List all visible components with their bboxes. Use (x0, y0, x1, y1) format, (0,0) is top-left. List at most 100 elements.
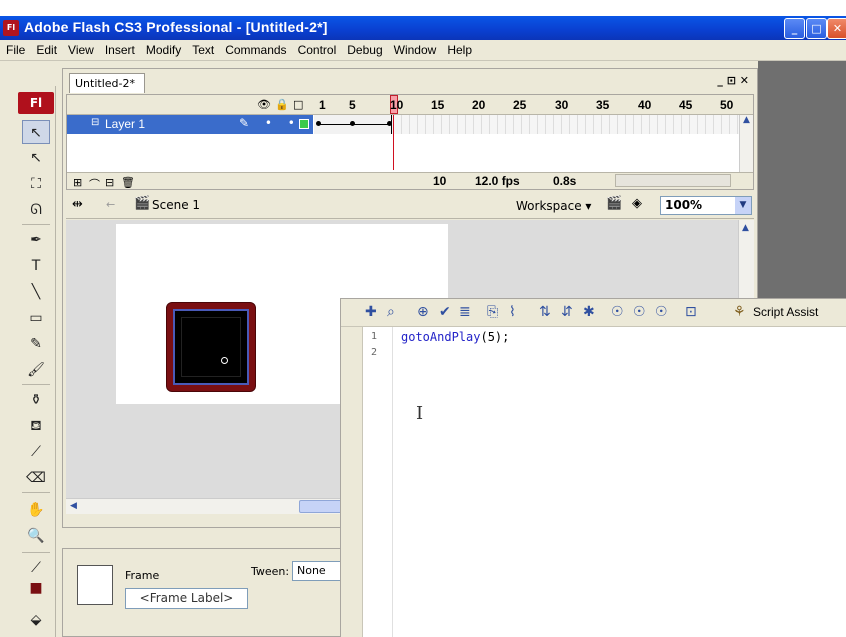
edit-bar: ⇹ ← 🎬 Scene 1 Workspace ▾ 🎬 ◈ 100% ▼ (66, 193, 754, 219)
frame-number: 40 (638, 98, 652, 112)
find-icon[interactable]: ⌕ (387, 304, 395, 320)
timeline-horizontal-scrollbar[interactable] (615, 174, 731, 187)
collapse-braces-icon[interactable]: ⇅ (539, 304, 551, 320)
eraser-tool-icon[interactable]: ⌫ (22, 466, 50, 490)
layer-row-selected[interactable]: ⊟ Layer 1 ✎ • • (67, 115, 313, 134)
remove-comment-icon[interactable]: ☉ (655, 304, 668, 320)
menu-edit[interactable]: Edit (30, 40, 62, 57)
frame-rate[interactable]: 12.0 fps (475, 174, 520, 188)
top-strip (0, 0, 846, 16)
swap-colors-icon[interactable]: ⬙ (22, 608, 50, 632)
layer-controls[interactable]: ✎ • • (239, 116, 301, 130)
elapsed-time: 0.8s (553, 174, 577, 188)
text-cursor-icon: I (416, 403, 424, 424)
flash-app-icon: Fl (3, 20, 19, 36)
layer-outline-color[interactable] (299, 119, 309, 129)
line-number: 1 (371, 331, 378, 342)
debug-options-icon[interactable]: ⌇ (509, 304, 516, 320)
maximize-button[interactable]: □ (806, 18, 827, 39)
frame-label-input[interactable]: <Frame Label> (125, 588, 248, 609)
edit-scene-icon[interactable]: 🎬 (606, 196, 622, 211)
scene-name[interactable]: Scene 1 (152, 198, 200, 212)
document-window-controls[interactable]: _ ⊡ ✕ (717, 74, 749, 87)
selection-tool-icon[interactable]: ↖ (22, 120, 50, 144)
chevron-down-icon[interactable]: ▼ (735, 197, 751, 214)
lasso-tool-icon[interactable]: ᘏ (22, 198, 50, 222)
scroll-left-icon[interactable]: ◀ (70, 501, 77, 511)
close-button[interactable]: ✕ (827, 18, 846, 39)
line-tool-icon[interactable]: ╲ (22, 280, 50, 304)
insert-target-path-icon[interactable]: ⊕ (417, 304, 429, 320)
tool-divider (22, 552, 50, 553)
delete-layer-icon[interactable]: 🗑 (121, 176, 135, 189)
check-syntax-icon[interactable]: ✔ (439, 304, 451, 320)
lock-icon[interactable]: 🔒 (275, 98, 289, 111)
menu-modify[interactable]: Modify (140, 40, 186, 57)
subselection-tool-icon[interactable]: ↖ (22, 146, 50, 170)
stage-toggle-icon[interactable]: ⇹ (72, 197, 83, 212)
add-motion-guide-icon[interactable]: ⌒ (89, 176, 100, 192)
scroll-up-icon[interactable]: ▲ (742, 223, 749, 233)
frame-number: 5 (349, 98, 356, 112)
edit-symbol-icon[interactable]: ◈ (632, 196, 642, 211)
keyframe[interactable] (350, 121, 355, 126)
fill-color-icon[interactable]: ■ (22, 576, 50, 600)
scroll-up-icon[interactable]: ▲ (743, 115, 750, 125)
keyframe[interactable] (316, 121, 321, 126)
script-assist-button[interactable]: Script Assist (753, 305, 818, 319)
menu-window[interactable]: Window (388, 40, 442, 57)
layer-name[interactable]: Layer 1 (105, 117, 145, 131)
keyframe[interactable] (387, 121, 392, 126)
ink-bottle-tool-icon[interactable]: ⚱ (22, 388, 50, 412)
frame-number: 1 (319, 98, 326, 112)
actions-left-edge (341, 327, 363, 637)
menu-debug[interactable]: Debug (341, 40, 387, 57)
collapse-selection-icon[interactable]: ⇵ (561, 304, 573, 320)
document-tab[interactable]: Untitled-2* (69, 73, 145, 93)
timeline: 👁 🔒 □ 1 5 10 15 20 25 30 35 40 45 50 ⊟ L… (66, 94, 754, 192)
apply-block-comment-icon[interactable]: ☉ (611, 304, 624, 320)
minimize-button[interactable]: _ (784, 18, 805, 39)
script-editor[interactable]: gotoAndPlay(5); (401, 330, 509, 344)
show-toolbox-icon[interactable]: ⊡ (685, 304, 697, 320)
zoom-value: 100% (665, 198, 703, 212)
menu-file[interactable]: File (0, 40, 30, 57)
free-transform-tool-icon[interactable]: ⛶ (22, 172, 50, 196)
rectangle-tool-icon[interactable]: ▭ (22, 306, 50, 330)
paint-bucket-tool-icon[interactable]: ⛾ (22, 414, 50, 438)
menu-help[interactable]: Help (441, 40, 477, 57)
back-arrow-icon[interactable]: ← (106, 198, 115, 211)
expand-all-icon[interactable]: ✱ (583, 304, 595, 320)
add-folder-icon[interactable]: ⊟ (105, 176, 114, 189)
add-statement-icon[interactable]: ✚ (365, 304, 377, 320)
eyedropper-tool-icon[interactable]: ⟋ (22, 440, 50, 464)
timeline-vertical-scrollbar[interactable]: ▲ (739, 115, 753, 172)
current-frame: 10 (433, 174, 447, 188)
zoom-select[interactable]: 100% ▼ (660, 196, 752, 215)
workspace-menu[interactable]: Workspace ▾ (516, 199, 591, 213)
symbol-instance[interactable] (166, 302, 256, 392)
hand-tool-icon[interactable]: ✋ (22, 498, 50, 522)
pencil-tool-icon[interactable]: ✎ (22, 332, 50, 356)
line-number: 2 (371, 347, 378, 358)
menu-text[interactable]: Text (186, 40, 219, 57)
menu-control[interactable]: Control (292, 40, 342, 57)
title-bar[interactable]: Fl Adobe Flash CS3 Professional - [Untit… (0, 16, 846, 40)
add-layer-icon[interactable]: ⊞ (73, 176, 82, 189)
outline-icon[interactable]: □ (293, 98, 303, 111)
menu-commands[interactable]: Commands (219, 40, 291, 57)
brush-tool-icon[interactable]: 🖌 (22, 358, 50, 382)
auto-format-icon[interactable]: ≣ (459, 304, 471, 320)
code-hint-icon[interactable]: ⎘ (487, 304, 498, 320)
menu-view[interactable]: View (62, 40, 99, 57)
text-tool-icon[interactable]: T (22, 254, 50, 278)
eye-icon[interactable]: 👁 (257, 98, 271, 111)
window-title: Adobe Flash CS3 Professional - [Untitled… (24, 19, 328, 35)
zoom-tool-icon[interactable]: 🔍 (22, 524, 50, 548)
frame-label: Frame (125, 569, 160, 582)
flash-logo: Fl (18, 92, 54, 114)
code-keyword: gotoAndPlay (401, 330, 481, 344)
menu-insert[interactable]: Insert (99, 40, 140, 57)
apply-line-comment-icon[interactable]: ☉ (633, 304, 646, 320)
pen-tool-icon[interactable]: ✒ (22, 228, 50, 252)
